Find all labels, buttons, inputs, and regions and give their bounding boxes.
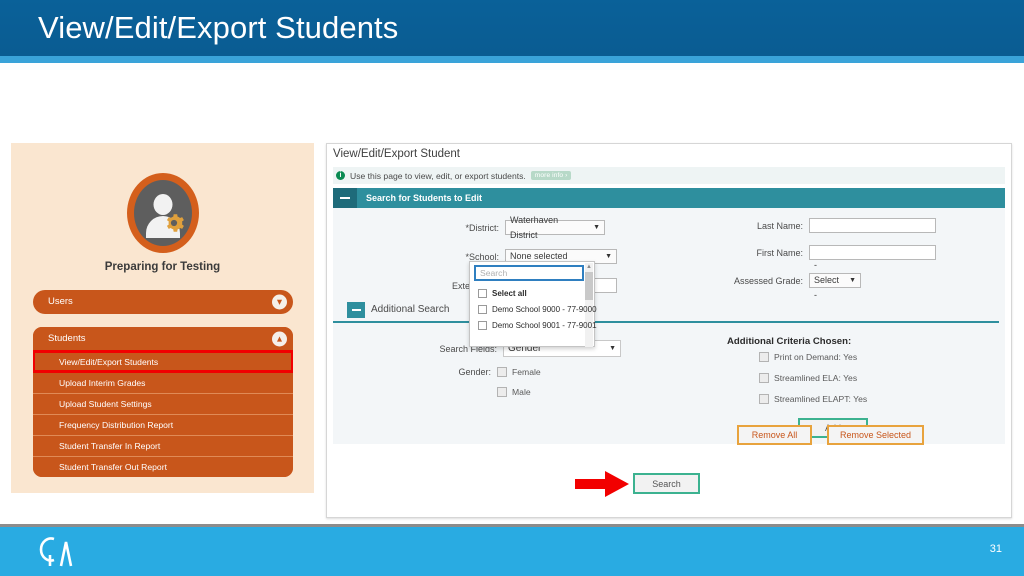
slide-header-underline: [0, 56, 1024, 63]
chevron-down-icon: ▼: [849, 277, 856, 284]
sidebar-item-users-label: Users: [48, 296, 73, 307]
gender-female-label: Female: [512, 367, 541, 377]
remove-selected-button[interactable]: Remove Selected: [827, 425, 924, 445]
sidebar-subitem-label: View/Edit/Export Students: [59, 357, 159, 367]
search-section-title: Search for Students to Edit: [366, 193, 483, 203]
dropdown-scrollbar-thumb[interactable]: [585, 272, 593, 300]
criteria-item-label: Streamlined ELAPT: Yes: [774, 394, 868, 404]
additional-search-title: Additional Search: [371, 304, 450, 315]
sidebar-item-frequency-distribution-report[interactable]: Frequency Distribution Report: [33, 414, 293, 435]
checkbox-icon: [478, 305, 487, 314]
dropdown-option-select-all[interactable]: Select all: [478, 289, 527, 298]
search-section-header: Search for Students to Edit: [333, 188, 1005, 208]
app-screenshot-frame: View/Edit/Export Student i Use this page…: [326, 143, 1012, 518]
red-arrow-annotation-icon: [575, 471, 629, 497]
dropdown-option-label: Select all: [492, 289, 527, 298]
checkbox-icon: [478, 321, 487, 330]
user-settings-avatar-icon: [126, 173, 199, 253]
last-name-label: Last Name:: [756, 220, 803, 231]
criteria-item-label: Streamlined ELA: Yes: [774, 373, 858, 383]
sidebar-item-view-edit-export-students[interactable]: View/Edit/Export Students: [33, 350, 293, 373]
slide-footer: [0, 527, 1024, 576]
checkbox-icon: [759, 394, 769, 404]
gender-female-checkbox[interactable]: Female: [497, 367, 541, 377]
dropdown-option-demo-school-9001[interactable]: Demo School 9001 - 77-9001: [478, 321, 597, 330]
sidebar-subitem-label: Student Transfer Out Report: [59, 462, 167, 472]
gender-label: Gender:: [458, 367, 491, 377]
sidebar-caption: Preparing for Testing: [104, 261, 221, 273]
criteria-item-streamlined-ela[interactable]: Streamlined ELA: Yes: [759, 373, 857, 383]
scroll-up-arrow-icon[interactable]: ▲: [586, 264, 592, 270]
assessed-grade-select-value: - Select -: [814, 260, 840, 300]
assessed-grade-row: Assessed Grade: - Select - ▼: [725, 260, 861, 300]
checkbox-icon: [759, 352, 769, 362]
app-page-title: View/Edit/Export Student: [333, 148, 460, 160]
chevron-down-icon: ▼: [593, 224, 600, 231]
last-name-row: Last Name:: [745, 218, 936, 233]
school-dropdown-search-input[interactable]: Search: [474, 265, 584, 281]
collapse-additional-search-button[interactable]: [347, 302, 365, 318]
dropdown-option-label: Demo School 9001 - 77-9001: [492, 321, 597, 330]
remove-all-button[interactable]: Remove All: [737, 425, 812, 445]
assessed-grade-select[interactable]: - Select - ▼: [809, 260, 861, 300]
criteria-item-print-on-demand[interactable]: Print on Demand: Yes: [759, 352, 857, 362]
district-row: *District: Waterhaven District ▼: [435, 215, 605, 240]
checkbox-icon: [759, 373, 769, 383]
district-label: *District:: [465, 222, 500, 233]
additional-search-header: Additional Search: [333, 301, 999, 323]
last-name-input[interactable]: [809, 218, 936, 233]
search-form-body: [333, 208, 1005, 444]
sidebar-item-student-transfer-in-report[interactable]: Student Transfer In Report: [33, 435, 293, 456]
first-name-label: First Name:: [756, 247, 803, 258]
criteria-item-label: Print on Demand: Yes: [774, 352, 858, 362]
page-title: View/Edit/Export Students: [38, 10, 399, 45]
page-number: 31: [989, 543, 1002, 555]
dropdown-option-label: Demo School 9000 - 77-9000: [492, 305, 597, 314]
school-dropdown-panel: Search ▲ Select all Demo School 9000 - 7…: [469, 261, 597, 347]
sidebar-subitem-label: Frequency Distribution Report: [59, 420, 174, 430]
collapse-section-button[interactable]: [333, 188, 357, 208]
chevron-down-icon: ▼: [609, 345, 616, 352]
sidebar-group-students: Students ▴ View/Edit/Export Students Upl…: [33, 327, 293, 477]
chevron-down-icon[interactable]: ▾: [272, 294, 287, 310]
gender-male-checkbox[interactable]: Male: [497, 387, 531, 397]
additional-criteria-title: Additional Criteria Chosen:: [727, 336, 852, 347]
chevron-down-icon: ▼: [605, 253, 612, 260]
info-banner: i Use this page to view, edit, or export…: [333, 167, 1005, 184]
school-label: *School:: [465, 251, 499, 262]
ca-logo-icon: [39, 537, 73, 567]
sidebar-item-users[interactable]: Users ▾: [33, 290, 293, 314]
gender-male-label: Male: [512, 387, 531, 397]
assessed-grade-label: Assessed Grade:: [733, 275, 803, 286]
search-button[interactable]: Search: [633, 473, 700, 494]
sidebar-subitem-label: Student Transfer In Report: [59, 441, 161, 451]
district-select-value: Waterhaven District: [510, 214, 559, 240]
info-banner-text: Use this page to view, edit, or export s…: [350, 170, 526, 181]
sidebar-item-upload-student-settings[interactable]: Upload Student Settings: [33, 393, 293, 414]
sidebar-panel: Preparing for Testing Users ▾ Students ▴…: [11, 143, 314, 493]
sidebar-subitem-label: Upload Student Settings: [59, 399, 152, 409]
dropdown-option-demo-school-9000[interactable]: Demo School 9000 - 77-9000: [478, 305, 597, 314]
criteria-item-streamlined-elapt[interactable]: Streamlined ELAPT: Yes: [759, 394, 867, 404]
sidebar-item-upload-interim-grades[interactable]: Upload Interim Grades: [33, 372, 293, 393]
sidebar-item-students[interactable]: Students ▴: [33, 327, 293, 351]
checkbox-icon: [497, 367, 507, 377]
checkbox-icon: [497, 387, 507, 397]
sidebar-item-student-transfer-out-report[interactable]: Student Transfer Out Report: [33, 456, 293, 477]
chevron-up-icon[interactable]: ▴: [272, 331, 287, 347]
sidebar-subitem-label: Upload Interim Grades: [59, 378, 146, 388]
checkbox-icon: [478, 289, 487, 298]
district-select[interactable]: Waterhaven District ▼: [505, 215, 605, 240]
gear-icon: [166, 214, 184, 232]
info-icon: i: [336, 171, 345, 180]
section-divider: [333, 321, 999, 323]
gender-row: Gender: Female: [443, 367, 541, 377]
more-info-link[interactable]: more info ›: [530, 171, 572, 180]
sidebar-item-students-label: Students: [48, 333, 86, 344]
